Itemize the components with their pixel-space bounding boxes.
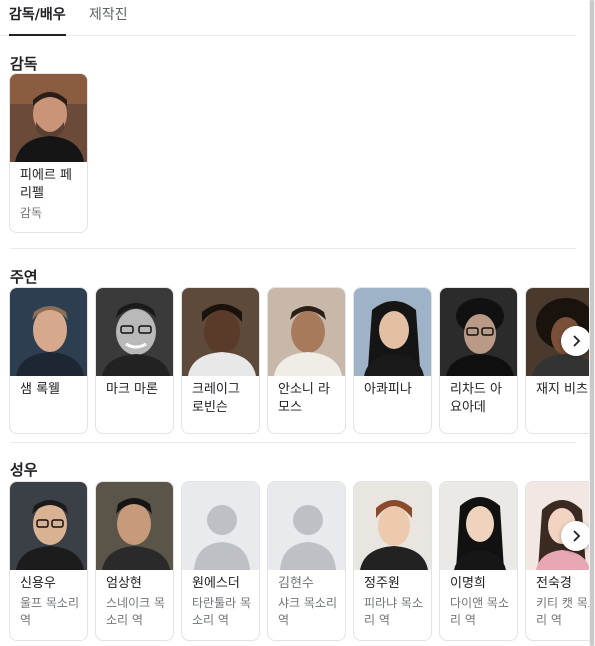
- person-name: 김현수: [278, 576, 314, 591]
- person-card[interactable]: 엄상현 스네이크 목소리 역: [95, 481, 174, 641]
- person-role: 다이앤 목소리 역: [450, 596, 510, 627]
- person-photo: [182, 288, 259, 376]
- person-photo: [440, 482, 517, 570]
- person-name: 전숙경: [536, 576, 572, 591]
- person-name: 이명희: [450, 576, 486, 591]
- person-card[interactable]: 마크 마론: [95, 287, 174, 434]
- section-title-lead: 주연: [10, 268, 38, 286]
- scrollbar-thumb[interactable]: [590, 0, 594, 646]
- person-photo: [354, 482, 431, 570]
- person-name: 신용우: [20, 576, 56, 591]
- person-photo: [10, 74, 87, 162]
- person-photo: [268, 288, 345, 376]
- voice-cast-row: 신용우 울프 목소리 역 엄상현 스네이크 목소리 역 원에스더 타란툴라 목소…: [0, 481, 595, 643]
- section-divider: [10, 248, 576, 249]
- director-row: 피에르 페리펠 감독: [0, 73, 595, 235]
- person-card[interactable]: 리차드 아요아데: [439, 287, 518, 434]
- person-role: 타란툴라 목소리 역: [192, 596, 252, 627]
- person-card[interactable]: 정주원 피라냐 목소리 역: [353, 481, 432, 641]
- person-photo: [10, 482, 87, 570]
- carousel-next-button[interactable]: [561, 521, 591, 551]
- person-photo: [96, 482, 173, 570]
- chevron-right-icon: [573, 530, 581, 542]
- person-card[interactable]: 아콰피나: [353, 287, 432, 434]
- placeholder-avatar-icon: [268, 482, 345, 570]
- section-title-voice: 성우: [10, 461, 38, 479]
- person-card[interactable]: 크레이그 로빈슨: [181, 287, 260, 434]
- person-role: 감독: [20, 206, 43, 220]
- person-role: 피라냐 목소리 역: [364, 596, 424, 627]
- person-role: 스네이크 목소리 역: [106, 596, 166, 627]
- person-role: 키티 캣 목소리 역: [536, 596, 595, 627]
- person-photo: [10, 288, 87, 376]
- person-card[interactable]: 이명희 다이앤 목소리 역: [439, 481, 518, 641]
- person-name: 크레이그 로빈슨: [192, 382, 240, 415]
- section-divider: [10, 442, 576, 443]
- person-photo: [440, 288, 517, 376]
- tab-cast[interactable]: 감독/배우: [9, 6, 66, 36]
- person-name: 재지 비츠: [536, 382, 588, 397]
- person-photo: [96, 288, 173, 376]
- person-card[interactable]: 재지 비츠: [525, 287, 595, 434]
- person-name: 샘 록웰: [20, 382, 61, 397]
- person-card[interactable]: 원에스더 타란툴라 목소리 역: [181, 481, 260, 641]
- person-card[interactable]: 피에르 페리펠 감독: [9, 73, 88, 233]
- person-name: 피에르 페리펠: [20, 168, 72, 201]
- person-card[interactable]: 전숙경 키티 캣 목소리 역: [525, 481, 595, 641]
- tab-crew[interactable]: 제작진: [89, 6, 128, 34]
- person-name: 정주원: [364, 576, 400, 591]
- person-card[interactable]: 신용우 울프 목소리 역: [9, 481, 88, 641]
- chevron-right-icon: [573, 335, 581, 347]
- person-name: 아콰피나: [364, 382, 412, 397]
- person-name: 엄상현: [106, 576, 142, 591]
- person-card[interactable]: 김현수 샤크 목소리 역: [267, 481, 346, 641]
- tab-bar: 감독/배우 제작진: [0, 0, 576, 36]
- person-name: 마크 마론: [106, 382, 158, 397]
- person-photo: [354, 288, 431, 376]
- carousel-next-button[interactable]: [561, 326, 591, 356]
- placeholder-avatar-icon: [182, 482, 259, 570]
- lead-cast-row: 샘 록웰 마크 마론 크레이그 로빈슨 안소니 라모스 아콰피나 리차드 아요아…: [0, 287, 595, 437]
- person-card[interactable]: 안소니 라모스: [267, 287, 346, 434]
- person-name: 리차드 아요아데: [450, 382, 502, 415]
- person-card[interactable]: 샘 록웰: [9, 287, 88, 434]
- person-name: 원에스더: [192, 576, 240, 591]
- section-title-director: 감독: [10, 55, 38, 73]
- person-role: 울프 목소리 역: [20, 596, 80, 627]
- person-role: 샤크 목소리 역: [278, 596, 338, 627]
- person-name: 안소니 라모스: [278, 382, 330, 415]
